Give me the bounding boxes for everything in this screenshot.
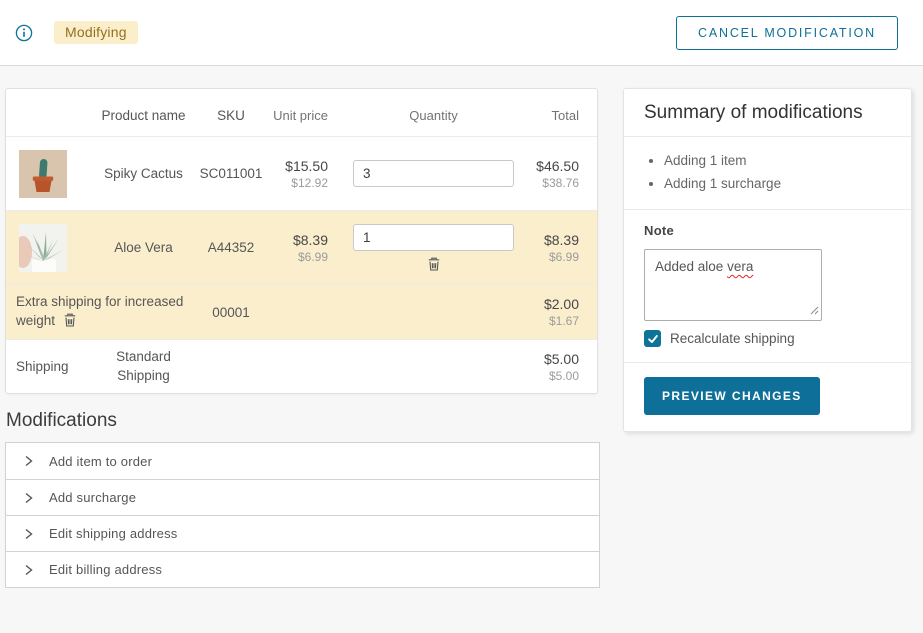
product-sku: A44352: [191, 240, 271, 255]
header-sku: SKU: [191, 99, 271, 125]
chevron-right-icon: [23, 492, 34, 504]
total-secondary: $5.00: [531, 369, 579, 383]
total-cell: $8.39 $6.99: [531, 232, 597, 264]
total-cell: $46.50 $38.76: [531, 158, 597, 190]
accordion-edit-shipping-address[interactable]: Edit shipping address: [6, 515, 599, 551]
total-secondary: $1.67: [531, 314, 579, 328]
summary-header: Summary of modifications: [624, 89, 911, 137]
shipping-label: Shipping: [6, 359, 96, 374]
accordion-label: Edit shipping address: [49, 526, 178, 541]
textarea-resize-handle[interactable]: [809, 303, 819, 318]
note-textarea[interactable]: Added aloe vera: [644, 249, 822, 321]
table-row-spiky-cactus: Spiky Cactus SC011001 $15.50 $12.92 $46.…: [6, 136, 597, 210]
accordion-edit-billing-address[interactable]: Edit billing address: [6, 551, 599, 587]
total-cell: $5.00 $5.00: [531, 351, 597, 383]
total: $2.00: [531, 296, 579, 312]
recalculate-shipping-option[interactable]: Recalculate shipping: [644, 330, 891, 347]
summary-footer: PREVIEW CHANGES: [624, 363, 911, 431]
info-icon[interactable]: [15, 24, 33, 42]
total: $8.39: [531, 232, 579, 248]
summary-panel: Summary of modifications Adding 1 item A…: [623, 88, 912, 432]
product-name: Aloe Vera: [96, 240, 191, 255]
summary-bullet-list: Adding 1 item Adding 1 surcharge: [624, 137, 911, 210]
header-image-spacer: [6, 117, 96, 125]
product-sku: SC011001: [191, 166, 271, 181]
chevron-right-icon: [23, 455, 34, 467]
header-quantity: Quantity: [336, 99, 531, 125]
note-label: Note: [644, 223, 891, 238]
note-section: Note Added aloe vera Recalculate shippin…: [624, 210, 911, 363]
table-row-shipping: Shipping Standard Shipping $5.00 $5.00: [6, 339, 597, 393]
total: $46.50: [531, 158, 579, 174]
unit-price-secondary: $12.92: [271, 176, 328, 190]
surcharge-sku: 00001: [191, 305, 271, 320]
accordion-label: Add surcharge: [49, 490, 136, 505]
aloe-photo: [19, 224, 67, 272]
accordion-add-item-to-order[interactable]: Add item to order: [6, 443, 599, 479]
quantity-input[interactable]: [353, 160, 514, 187]
accordion-label: Add item to order: [49, 454, 152, 469]
chevron-right-icon: [23, 564, 34, 576]
note-text: Added aloe: [655, 259, 727, 274]
total-secondary: $6.99: [531, 250, 579, 264]
total-secondary: $38.76: [531, 176, 579, 190]
top-bar: Modifying CANCEL MODIFICATION: [0, 0, 923, 66]
quantity-cell: [336, 224, 531, 272]
preview-changes-button[interactable]: PREVIEW CHANGES: [644, 377, 820, 415]
note-text-misspelled: vera: [727, 259, 753, 274]
total-cell: $2.00 $1.67: [531, 296, 597, 328]
summary-bullet: Adding 1 item: [664, 149, 891, 172]
modifications-accordion: Add item to order Add surcharge Edit shi…: [5, 442, 600, 588]
header-product-name: Product name: [96, 99, 191, 125]
accordion-label: Edit billing address: [49, 562, 162, 577]
unit-price-cell: $8.39 $6.99: [271, 232, 336, 264]
chevron-right-icon: [23, 528, 34, 540]
header-unit-price: Unit price: [271, 99, 336, 125]
unit-price: $15.50: [271, 158, 328, 174]
unit-price: $8.39: [271, 232, 328, 248]
modifications-title: Modifications: [6, 410, 117, 432]
trash-icon[interactable]: [426, 256, 442, 272]
surcharge-label: Extra shipping for increased weight: [16, 294, 183, 328]
header-total: Total: [531, 99, 597, 125]
checkbox-checked-icon[interactable]: [644, 330, 661, 347]
order-items-table: Product name SKU Unit price Quantity Tot…: [5, 88, 598, 394]
cactus-photo: [19, 150, 67, 198]
product-image-cell: [6, 150, 96, 198]
table-row-aloe-vera: Aloe Vera A44352 $8.39 $6.99 $8.39 $6.99: [6, 210, 597, 284]
quantity-cell: [336, 160, 531, 187]
summary-bullet: Adding 1 surcharge: [664, 172, 891, 195]
total: $5.00: [531, 351, 579, 367]
trash-icon[interactable]: [62, 312, 78, 328]
table-row-surcharge: Extra shipping for increased weight 0000…: [6, 284, 597, 339]
quantity-input[interactable]: [353, 224, 514, 251]
product-name: Spiky Cactus: [96, 166, 191, 181]
accordion-add-surcharge[interactable]: Add surcharge: [6, 479, 599, 515]
surcharge-label-cell: Extra shipping for increased weight: [6, 293, 191, 331]
summary-title: Summary of modifications: [644, 102, 891, 124]
table-header-row: Product name SKU Unit price Quantity Tot…: [6, 89, 597, 136]
unit-price-cell: $15.50 $12.92: [271, 158, 336, 190]
product-image-cell: [6, 224, 96, 272]
status-badge: Modifying: [54, 21, 138, 44]
cancel-modification-button[interactable]: CANCEL MODIFICATION: [676, 16, 898, 50]
recalculate-shipping-label: Recalculate shipping: [670, 331, 795, 346]
shipping-method: Standard Shipping: [96, 348, 191, 386]
unit-price-secondary: $6.99: [271, 250, 328, 264]
